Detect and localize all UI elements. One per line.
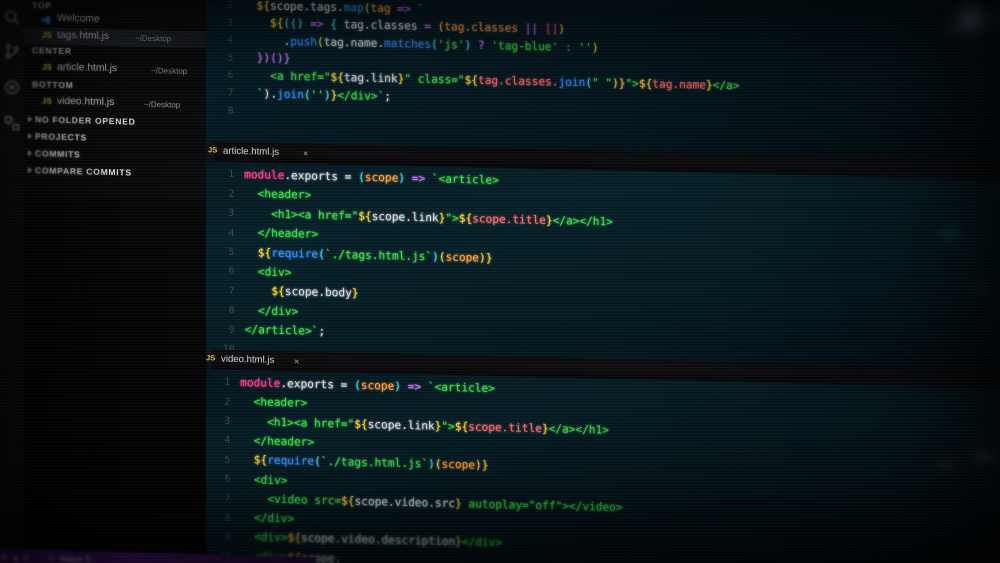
code-line: <h1><a href="${scope.link}">${scope.titl… <box>244 206 613 229</box>
line-number: 7 <box>224 492 231 505</box>
sidebar-item-path: ~/Desktop <box>151 66 188 77</box>
line-number: 2 <box>227 0 234 11</box>
chevron-right-icon <box>28 132 32 139</box>
line-number: 6 <box>228 266 235 278</box>
line-number: 5 <box>228 246 235 258</box>
js-file-icon: JS <box>42 96 52 106</box>
code-line: ${scope.body} <box>271 285 359 301</box>
chevron-right-icon <box>28 149 32 156</box>
debug-icon[interactable] <box>3 78 21 96</box>
line-number: 7 <box>228 285 235 297</box>
close-icon[interactable]: × <box>294 356 299 366</box>
line-number: 3 <box>224 415 231 427</box>
code-line: <header> <box>240 395 308 410</box>
code-line: <h1><a href="${scope.link}">${scope.titl… <box>240 414 609 437</box>
code-line: </article>`; <box>244 323 326 339</box>
sidebar-item-path: ~/Desktop <box>135 33 172 44</box>
line-number: 8 <box>227 105 234 117</box>
editor-pane-tags-html-js: 1module.exports = (scope) => `<div class… <box>197 0 1000 164</box>
code-line: </header> <box>244 226 319 241</box>
line-number: 9 <box>224 531 231 543</box>
code-line: ${require(`./tags.html.js`)(scope)} <box>257 245 493 265</box>
js-file-icon: JS <box>42 30 52 40</box>
vscode-window: TOP Welcome JS tags.html.js ~/Desktop CE… <box>0 0 1000 563</box>
line-number: 5 <box>227 52 234 64</box>
line-number: 7 <box>227 87 234 99</box>
clock-icon: ⏱ <box>48 554 55 563</box>
code-line: ${(() => { tag.classes = (tag.classes ||… <box>269 16 565 36</box>
js-file-icon: JS <box>208 145 218 155</box>
line-number: 3 <box>227 17 234 29</box>
sidebar-item-label: tags.html.js <box>57 30 110 43</box>
source-control-icon[interactable] <box>3 42 21 60</box>
status-clock-label[interactable]: Watch Ti <box>60 554 91 563</box>
sidebar-section-bottom: BOTTOM <box>32 79 74 91</box>
js-file-icon: JS <box>42 62 52 72</box>
warning-count[interactable]: 0 <box>24 554 28 563</box>
code-line: module.exports = (scope) => `<article> <box>244 168 499 187</box>
sidebar-section-label: COMPARE COMMITS <box>35 165 132 178</box>
sidebar-section-commits[interactable]: COMMITS <box>28 148 81 160</box>
line-number: 4 <box>227 34 234 46</box>
sidebar-item-article-html-js[interactable]: JS article.html.js ~/Desktop <box>22 59 206 80</box>
code-line: module.exports = (scope) => `<article> <box>240 376 495 396</box>
code-line: `).join('')}</div>`; <box>243 86 391 103</box>
editor-pane-article-html-js: JS article.html.js × 1 module.exports = (… <box>196 141 1000 372</box>
line-number: 5 <box>224 454 231 466</box>
code-line: </div> <box>240 511 295 526</box>
line-number: 9 <box>228 324 235 336</box>
code-line: <div> <box>240 472 288 487</box>
line-number: 2 <box>224 396 231 408</box>
code-line: ${require(`./tags.html.js`)(scope)} <box>253 453 489 473</box>
code-line: <video src=${scope.video.src} autoplay="… <box>240 491 623 514</box>
line-number: 1 <box>224 377 231 389</box>
sidebar-section-label: COMMITS <box>35 148 81 160</box>
extensions-icon[interactable] <box>3 114 21 132</box>
line-number: 8 <box>228 304 235 317</box>
sidebar-section-no-folder-opened[interactable]: NO FOLDER OPENED <box>28 114 136 127</box>
line-number: 3 <box>228 207 235 220</box>
editor-pane-video-html-js: JS video.html.js × 1 module.exports = (sc… <box>194 349 1000 563</box>
tab-label: video.html.js <box>221 353 275 366</box>
sidebar-section-center: CENTER <box>32 45 72 57</box>
line-number: 8 <box>224 512 231 524</box>
error-count[interactable]: 0 <box>2 553 6 562</box>
sidebar-section-projects[interactable]: PROJECTS <box>28 131 87 143</box>
sidebar-item-label: video.html.js <box>57 96 115 109</box>
code-line: ${scope.tags.map(tag => ` <box>256 0 425 16</box>
sidebar-item-path: ~/Desktop <box>144 100 181 110</box>
code-line: <div> <box>244 265 292 280</box>
sidebar-item-label: article.html.js <box>57 62 118 75</box>
sidebar-section-compare-commits[interactable]: COMPARE COMMITS <box>28 165 132 178</box>
js-file-icon: JS <box>206 353 216 363</box>
explorer-sidebar: TOP Welcome JS tags.html.js ~/Desktop CE… <box>22 0 206 563</box>
code-line: <div>${scope.video.description}</div> <box>240 530 503 550</box>
line-number: 2 <box>228 188 235 200</box>
code-line: </div> <box>244 303 299 319</box>
line-number: 6 <box>227 70 234 82</box>
sidebar-section-label: NO FOLDER OPENED <box>35 114 136 127</box>
activity-bar <box>0 0 24 563</box>
code-line: <header> <box>244 187 312 203</box>
tab-label: article.html.js <box>223 145 280 158</box>
line-number: 6 <box>224 473 231 485</box>
sidebar-item-video-html-js[interactable]: JS video.html.js ~/Desktop <box>22 93 206 114</box>
code-line: .push(tag.name.matches('js') ? 'tag-blue… <box>283 34 599 55</box>
search-icon[interactable] <box>3 8 21 26</box>
sidebar-item-label: Welcome <box>57 13 100 26</box>
line-number: 4 <box>228 227 235 239</box>
code-line: })()} <box>256 51 291 66</box>
chevron-right-icon <box>28 115 32 122</box>
welcome-icon <box>41 13 51 24</box>
sidebar-section-label: PROJECTS <box>35 131 87 143</box>
line-number: 4 <box>224 435 231 447</box>
code-line: </header> <box>240 433 315 449</box>
warning-icon: ▲ <box>12 553 20 563</box>
line-number: 1 <box>228 169 235 181</box>
sidebar-shadow <box>22 196 206 563</box>
sidebar-section-top: TOP <box>32 0 52 11</box>
close-icon[interactable]: × <box>303 148 308 158</box>
chevron-right-icon <box>28 166 32 173</box>
